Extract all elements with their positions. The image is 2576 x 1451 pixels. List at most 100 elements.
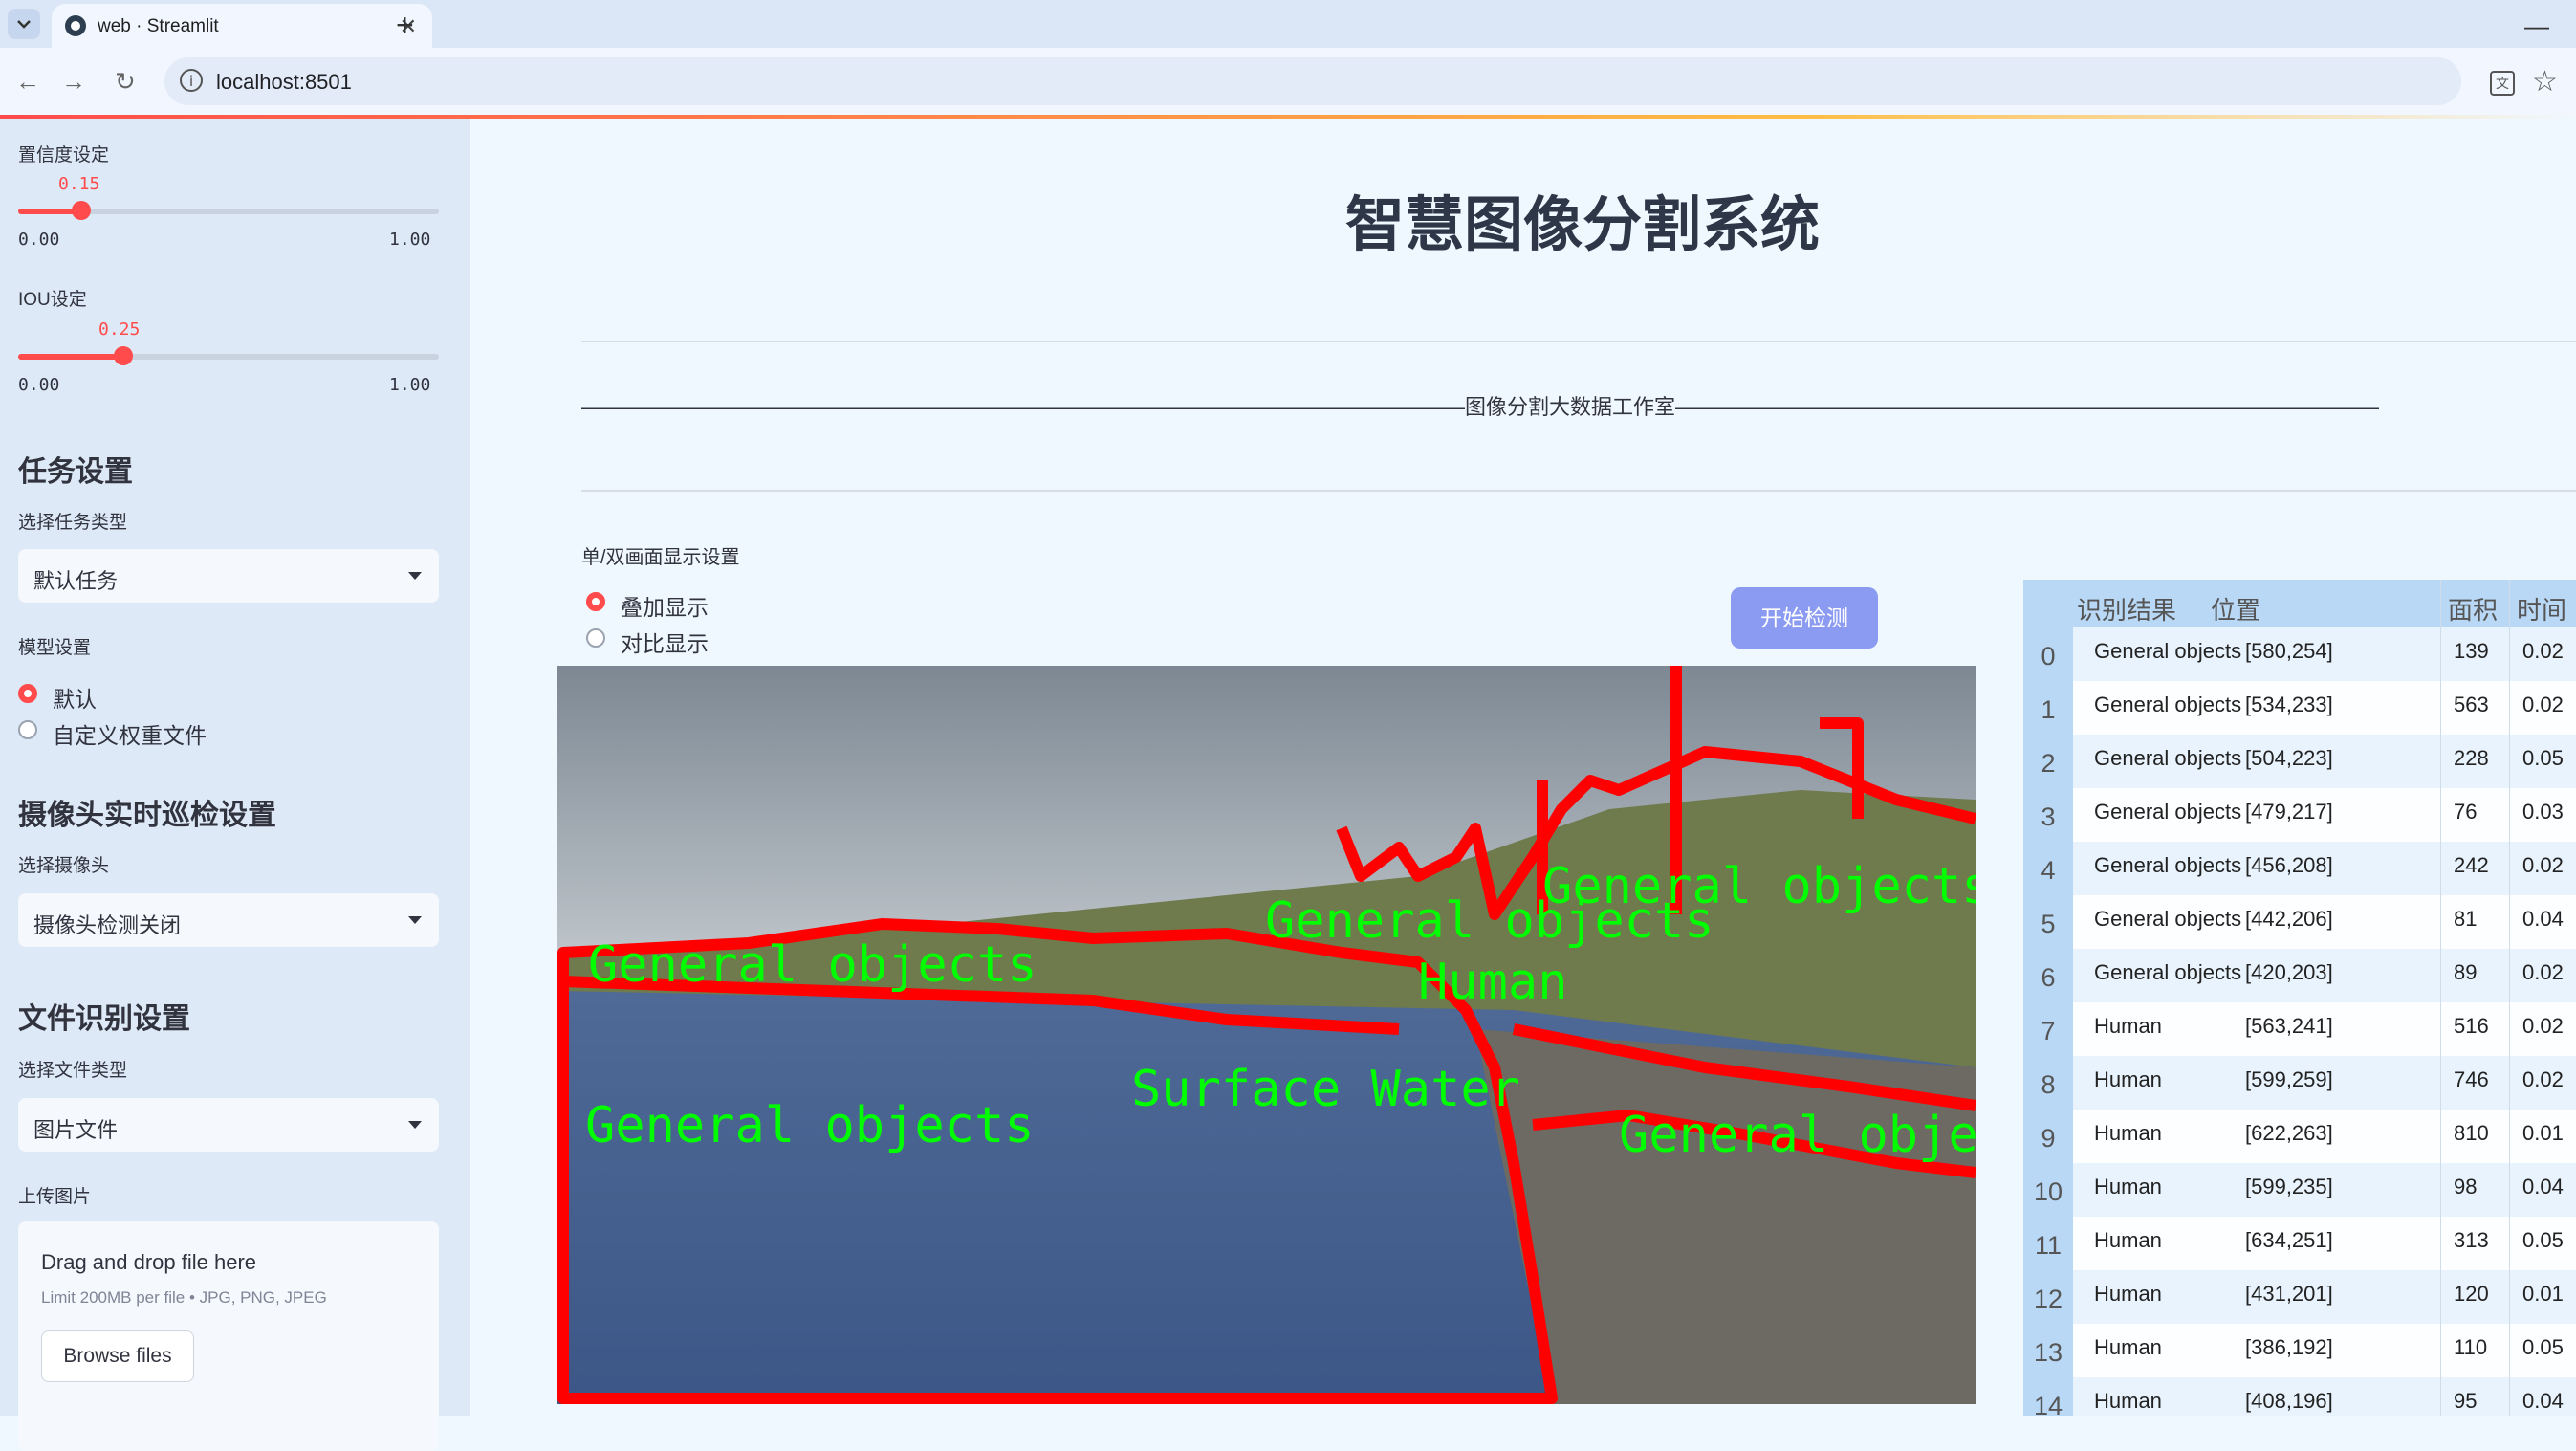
cell-area: 746 [2454,1067,2489,1091]
task-settings-heading: 任务设置 [18,456,133,488]
bookmark-star-icon[interactable]: ☆ [2532,65,2558,99]
row-index: 13 [2023,1324,2073,1377]
table-row[interactable]: 0 General objects [580,254] 139 0.02 [2023,627,2576,681]
cell-result: General objects [2094,853,2242,877]
header-time[interactable]: 时间 [2517,591,2566,627]
cell-time: 0.02 [2522,960,2564,984]
page-title: 智慧图像分割系统 [1344,192,1820,258]
cell-result: General objects [2094,746,2242,770]
table-row[interactable]: 6 General objects [420,203] 89 0.02 [2023,949,2576,1002]
table-row[interactable]: 3 General objects [479,217] 76 0.03 [2023,788,2576,842]
table-row[interactable]: 10 Human [599,235] 98 0.04 [2023,1163,2576,1217]
chevron-down-icon [408,1121,422,1129]
radio-label: 对比显示 [621,631,709,656]
cell-result: Human [2094,1014,2162,1038]
file-type-select[interactable]: 图片文件 [18,1098,439,1152]
studio-banner: ————————————————————————————————————————… [581,395,2379,419]
label-general-objects: General objects [1619,1107,1976,1164]
camera-select[interactable]: 摄像头检测关闭 [18,893,439,947]
cell-time: 0.01 [2522,1121,2564,1145]
table-row[interactable]: 9 Human [622,263] 810 0.01 [2023,1110,2576,1163]
table-row[interactable]: 7 Human [563,241] 516 0.02 [2023,1002,2576,1056]
segmentation-overlay: General objects General objects General … [557,666,1976,1404]
table-row[interactable]: 8 Human [599,259] 746 0.02 [2023,1056,2576,1110]
cell-position: [599,235] [2245,1175,2333,1198]
start-detection-button[interactable]: 开始检测 [1731,587,1878,649]
cell-result: General objects [2094,907,2242,931]
file-dropzone[interactable]: Drag and drop file here Limit 200MB per … [18,1221,439,1451]
cell-result: Human [2094,1389,2162,1413]
cell-result: General objects [2094,693,2242,716]
row-index: 4 [2023,842,2073,895]
header-position[interactable]: 位置 [2211,591,2260,627]
cell-position: [534,233] [2245,693,2333,716]
row-index: 8 [2023,1056,2073,1110]
tab-list-chevron-icon[interactable] [8,9,40,39]
chevron-down-icon [408,916,422,924]
results-table[interactable]: 识别结果 位置 面积 时间 0 General objects [580,254] 1… [2023,580,2576,1416]
confidence-label: 置信度设定 [18,145,110,165]
cell-position: [504,223] [2245,746,2333,770]
browser-tab[interactable]: web · Streamlit ✕ [52,4,432,48]
display-mode-label: 单/双画面显示设置 [581,547,740,568]
cell-position: [599,259] [2245,1067,2333,1091]
file-type-label: 选择文件类型 [18,1061,128,1081]
cell-position: [580,254] [2245,639,2333,663]
cell-position: [408,196] [2245,1389,2333,1413]
label-general-objects: General objects [585,1097,1035,1154]
cell-result: Human [2094,1067,2162,1091]
task-type-select[interactable]: 默认任务 [18,549,439,603]
header-result[interactable]: 识别结果 [2077,591,2176,627]
radio-label: 叠加显示 [621,595,709,620]
row-index: 3 [2023,788,2073,842]
radio-selected-icon [586,592,605,611]
label-surface-water: Surface Water [1131,1061,1520,1118]
forward-icon[interactable]: → [61,67,86,97]
browse-files-button[interactable]: Browse files [41,1330,194,1382]
confidence-slider[interactable] [18,201,439,220]
cell-area: 516 [2454,1014,2489,1038]
header-area[interactable]: 面积 [2448,591,2498,627]
table-row[interactable]: 4 General objects [456,208] 242 0.02 [2023,842,2576,895]
row-index: 5 [2023,895,2073,949]
new-tab-icon[interactable]: + [396,8,414,43]
iou-slider[interactable] [18,346,439,365]
radio-unselected-icon [586,628,605,648]
minimize-window-icon[interactable]: — [2524,11,2549,41]
iou-slider-thumb[interactable] [114,346,133,365]
cell-result: Human [2094,1228,2162,1252]
chevron-down-icon [408,572,422,580]
radio-label: 自定义权重文件 [53,723,207,748]
label-human: Human [1418,954,1568,1011]
task-type-value: 默认任务 [33,569,119,593]
table-row[interactable]: 11 Human [634,251] 313 0.05 [2023,1217,2576,1270]
row-index: 11 [2023,1217,2073,1270]
cell-area: 810 [2454,1121,2489,1145]
back-icon[interactable]: ← [15,67,40,97]
file-settings-heading: 文件识别设置 [18,1003,190,1035]
cell-time: 0.05 [2522,1228,2564,1252]
url-field[interactable]: i localhost:8501 [164,57,2461,105]
cell-time: 0.02 [2522,693,2564,716]
table-row[interactable]: 13 Human [386,192] 110 0.05 [2023,1324,2576,1377]
site-info-icon[interactable]: i [180,69,203,92]
cell-area: 139 [2454,639,2489,663]
cell-area: 110 [2454,1335,2488,1359]
table-row[interactable]: 14 Human [408,196] 95 0.04 [2023,1377,2576,1416]
url-text: localhost:8501 [216,70,352,94]
table-row[interactable]: 1 General objects [534,233] 563 0.02 [2023,681,2576,735]
cell-area: 95 [2454,1389,2478,1413]
cell-position: [386,192] [2245,1335,2333,1359]
task-type-label: 选择任务类型 [18,513,128,533]
translate-icon[interactable]: 文 [2490,71,2515,96]
table-row[interactable]: 5 General objects [442,206] 81 0.04 [2023,895,2576,949]
camera-select-value: 摄像头检测关闭 [33,913,182,937]
reload-icon[interactable]: ↻ [115,67,136,97]
cell-position: [442,206] [2245,907,2333,931]
table-row[interactable]: 2 General objects [504,223] 228 0.05 [2023,735,2576,788]
confidence-slider-thumb[interactable] [72,201,91,220]
confidence-max: 1.00 [389,230,431,250]
table-row[interactable]: 12 Human [431,201] 120 0.01 [2023,1270,2576,1324]
cell-result: Human [2094,1282,2162,1306]
row-index: 0 [2023,627,2073,681]
